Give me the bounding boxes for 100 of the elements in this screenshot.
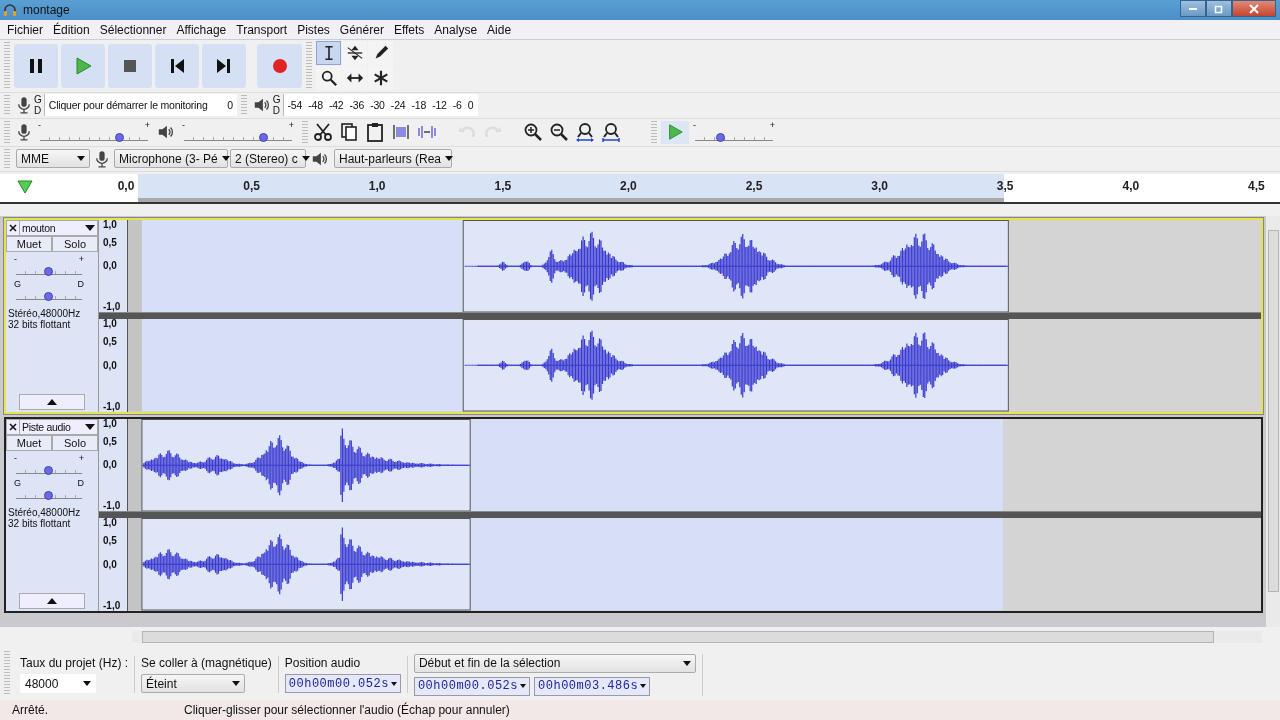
envelope-tool-button[interactable] [342, 41, 367, 66]
collapse-button[interactable] [19, 592, 85, 609]
time-label: 1,5 [494, 179, 512, 194]
playback-device-dropdown[interactable]: Haut-parleurs (Rea [334, 149, 452, 169]
vertical-scrollbar[interactable] [1266, 215, 1280, 628]
time-label: 1,0 [368, 179, 386, 194]
track-format-info: Stéréo,48000Hz [7, 506, 82, 518]
record-button[interactable] [257, 43, 302, 88]
slider-min-label: - [14, 254, 17, 264]
close-track-button[interactable] [6, 418, 20, 435]
close-track-button[interactable] [6, 219, 20, 236]
slider-max-label: + [78, 254, 84, 264]
zoom-in-icon [522, 122, 543, 143]
double-arrow-tool-button[interactable] [342, 66, 367, 91]
selection-start-field[interactable]: 00h00m00.052s [413, 676, 531, 696]
selection-mode-dropdown[interactable]: Début et fin de la sélection [413, 653, 696, 673]
slider-max-label: + [78, 453, 84, 463]
microphone-icon[interactable] [17, 96, 31, 115]
menu-item[interactable]: Fichier [2, 22, 48, 37]
caret-icon[interactable] [640, 684, 647, 689]
amplitude-label: 0,5 [103, 337, 117, 348]
recording-meter[interactable]: Cliquer pour démarrer le monitoring 0 [43, 94, 237, 117]
skip-to-start-button[interactable] [155, 43, 199, 88]
selection-end-field[interactable]: 00h00m03.486s [534, 676, 651, 696]
caret-icon[interactable] [520, 684, 527, 689]
play-at-speed-button[interactable] [661, 120, 689, 144]
slider-min-label: - [38, 121, 41, 131]
pause-button[interactable] [14, 43, 58, 88]
scissors-icon [312, 122, 333, 143]
meter-scale-label: 0 [467, 99, 474, 112]
snap-to-label: Se coller à (magnétique) [141, 656, 272, 671]
amplitude-label: 1,0 [103, 518, 117, 529]
ibeam-tool-button[interactable] [316, 41, 341, 66]
track-format-info: 32 bits flottant [7, 517, 71, 529]
menu-item[interactable]: Sélectionner [94, 22, 172, 37]
magnifier-tool-button[interactable] [316, 66, 341, 91]
audio-position-field[interactable]: 00h00m00.052s [284, 674, 401, 694]
track-name-menu[interactable]: Piste audio [20, 418, 98, 435]
project-rate-dropdown[interactable]: 48000 [20, 674, 96, 694]
channel-separator[interactable] [99, 511, 1261, 519]
menu-item[interactable]: Pistes [292, 22, 335, 37]
slider-max-label: + [769, 121, 775, 131]
menu-item[interactable]: Générer [334, 22, 389, 37]
menu-item[interactable]: Effets [388, 22, 430, 37]
time-label: 2,0 [620, 179, 637, 194]
slider-max-label: D [77, 478, 84, 488]
timeline-ruler[interactable]: 0,0 0,5 1,0 1,5 2,0 2,5 3,0 3,5 4,0 4,5 [0, 174, 1280, 204]
horizontal-scrollbar[interactable] [132, 631, 1262, 644]
caret-icon[interactable] [390, 681, 397, 686]
triangle-icon[interactable] [17, 180, 33, 195]
skip-to-end-button[interactable] [202, 43, 246, 88]
asterisk-tool-button[interactable] [368, 66, 393, 91]
copy-button[interactable] [338, 120, 359, 144]
time-label: 3,5 [996, 179, 1014, 194]
slider-thumb[interactable] [44, 490, 53, 500]
slider-thumb[interactable] [44, 291, 53, 301]
slider-thumb[interactable] [715, 133, 725, 143]
slider-thumb[interactable] [44, 465, 53, 475]
amplitude-label: -1,0 [103, 302, 121, 313]
meter-scale-label: -42 [328, 99, 344, 112]
slider-max-label: + [288, 121, 294, 131]
menu-item[interactable]: Analyse [429, 22, 483, 37]
menu-item[interactable]: Édition [48, 22, 95, 37]
meter-scale-label: -48 [308, 99, 323, 112]
maximize-button[interactable] [1206, 0, 1232, 17]
track-format-info: Stéréo,48000Hz [7, 307, 82, 319]
slider-thumb[interactable] [44, 266, 53, 276]
channel-separator[interactable] [99, 312, 1261, 320]
magnifier-icon [319, 69, 338, 88]
meter-scale-label: -36 [349, 99, 365, 112]
close-icon [9, 223, 17, 232]
close-button[interactable] [1232, 0, 1276, 17]
snap-to-dropdown[interactable]: Éteint [141, 674, 246, 694]
minimize-button[interactable] [1180, 0, 1206, 17]
close-icon [9, 422, 17, 431]
slider-min-label: G [14, 478, 21, 488]
meter-scale-label: 0 [227, 99, 233, 112]
audio-host-dropdown[interactable]: MME [16, 149, 90, 169]
slider-thumb[interactable] [258, 133, 268, 143]
copy-icon [338, 122, 359, 143]
track-format-info: 32 bits flottant [7, 318, 71, 330]
stop-button[interactable] [108, 43, 152, 88]
project-rate-label: Taux du projet (Hz) : [20, 656, 129, 671]
recording-device-dropdown[interactable]: Microphone (3- Pé [114, 149, 228, 169]
slider-thumb[interactable] [114, 133, 124, 143]
collapse-button[interactable] [19, 393, 85, 410]
pencil-tool-button[interactable] [368, 41, 393, 66]
fit-project-icon [600, 122, 621, 143]
menu-item[interactable]: Affichage [171, 22, 232, 37]
audio-track[interactable]: Piste audio Muet Solo - + G D Stéréo,48000Hz 32 bits flottant 1,0 0,5 0,0 -1,0 1,0 0,5 0,0 -1,0 [4, 416, 1263, 613]
time-label: 0,5 [243, 179, 260, 194]
time-label: 3,0 [871, 179, 888, 194]
slider-min-label: - [693, 121, 696, 131]
audio-track[interactable]: mouton Muet Solo - + G D Stéréo,48000Hz 32 bits flottant 1,0 0,5 0,0 -1,0 1,0 0,5 0,0 -1,0 [4, 217, 1263, 414]
menu-item[interactable]: Transport [231, 22, 293, 37]
track-name-menu[interactable]: mouton [20, 219, 98, 236]
amplitude-label: 0,5 [103, 436, 117, 447]
menu-item[interactable]: Aide [482, 22, 517, 37]
playback-meter[interactable]: -54 -48 -42 -36 -30 -24 -18 -12 -6 0 [282, 94, 478, 117]
clipboard-button[interactable] [364, 120, 385, 144]
